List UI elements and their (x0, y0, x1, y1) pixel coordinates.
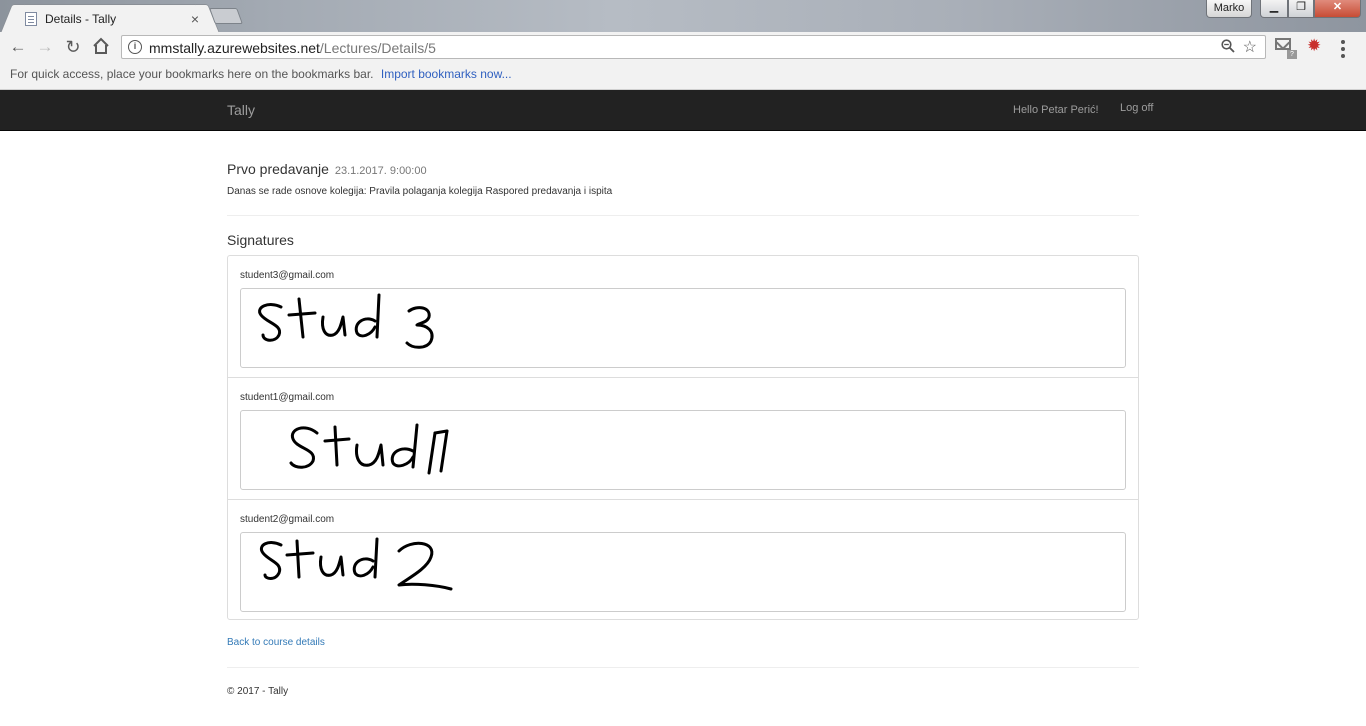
site-navbar: Tally Hello Petar Perić! Log off (0, 90, 1366, 131)
lecture-heading: Prvo predavanje 23.1.2017. 9:00:00 (227, 161, 427, 177)
divider (227, 215, 1139, 216)
back-to-course-link[interactable]: Back to course details (227, 637, 325, 648)
signature-handwriting-stud2 (260, 537, 453, 591)
minimize-button[interactable]: ▁ (1260, 0, 1288, 18)
gmail-badge: ? (1287, 50, 1297, 59)
signature-item: student1@gmail.com (228, 377, 1138, 498)
gmail-envelope-shape (1275, 38, 1291, 50)
url-text[interactable]: mmstally.azurewebsites.net/Lectures/Deta… (149, 40, 436, 56)
signature-image (240, 410, 1126, 490)
bookmarks-hint: For quick access, place your bookmarks h… (10, 67, 374, 81)
signatures-list: student3@gmail.com student1@gmail.com st… (227, 255, 1139, 620)
address-bar[interactable]: i mmstally.azurewebsites.net/Lectures/De… (121, 35, 1266, 59)
signature-email: student1@gmail.com (240, 392, 335, 403)
logoff-link[interactable]: Log off (1120, 102, 1153, 114)
profile-button[interactable]: Marko (1206, 0, 1252, 18)
divider (227, 667, 1139, 668)
close-window-button[interactable]: ✕ (1314, 0, 1361, 18)
signature-handwriting-stud3 (258, 293, 434, 349)
import-bookmarks-link[interactable]: Import bookmarks now... (381, 67, 512, 81)
user-greeting-link[interactable]: Hello Petar Perić! (1013, 104, 1099, 116)
brand-link[interactable]: Tally (227, 102, 255, 118)
reload-icon[interactable]: ↻ (63, 37, 83, 57)
signature-email: student2@gmail.com (240, 514, 335, 525)
maximize-button[interactable]: ❐ (1288, 0, 1314, 18)
signatures-heading: Signatures (227, 232, 294, 248)
browser-tab[interactable]: Details - Tally × (12, 4, 208, 32)
lecture-date: 23.1.2017. 9:00:00 (334, 165, 427, 177)
signature-item: student2@gmail.com (228, 499, 1138, 620)
zoom-icon[interactable] (1221, 39, 1235, 56)
menu-icon[interactable] (1341, 40, 1345, 61)
lecture-description: Danas se rade osnove kolegija: Pravila p… (227, 186, 613, 197)
signature-image (240, 288, 1126, 368)
info-icon[interactable]: i (128, 40, 142, 54)
browser-toolbar: ← → ↻ i mmstally.azurewebsites.net/Lectu… (0, 32, 1366, 62)
url-host: mmstally.azurewebsites.net (149, 40, 320, 56)
url-path: /Lectures/Details/5 (319, 40, 436, 56)
signature-email: student3@gmail.com (240, 270, 335, 281)
tab-close-icon[interactable]: × (191, 11, 199, 27)
signature-item: student3@gmail.com (228, 256, 1138, 377)
signature-image (240, 532, 1126, 612)
browser-titlebar: Details - Tally × Marko ▁ ❐ ✕ (0, 0, 1366, 32)
page-document-icon (25, 11, 37, 26)
forward-arrow-icon[interactable]: → (35, 37, 55, 57)
footer-text: © 2017 - Tally (227, 686, 289, 697)
extension-gear-icon[interactable]: ✹ (1307, 36, 1321, 56)
back-arrow-icon[interactable]: ← (8, 37, 28, 57)
new-tab-button[interactable] (209, 8, 243, 24)
home-icon[interactable] (91, 37, 111, 57)
bookmarks-bar: For quick access, place your bookmarks h… (0, 62, 1366, 90)
signature-handwriting-stud1 (289, 423, 449, 475)
tab-title: Details - Tally (45, 11, 117, 26)
lecture-title: Prvo predavanje (227, 161, 329, 177)
star-icon[interactable]: ☆ (1243, 37, 1257, 57)
window-controls: ▁ ❐ ✕ (1260, 0, 1361, 18)
